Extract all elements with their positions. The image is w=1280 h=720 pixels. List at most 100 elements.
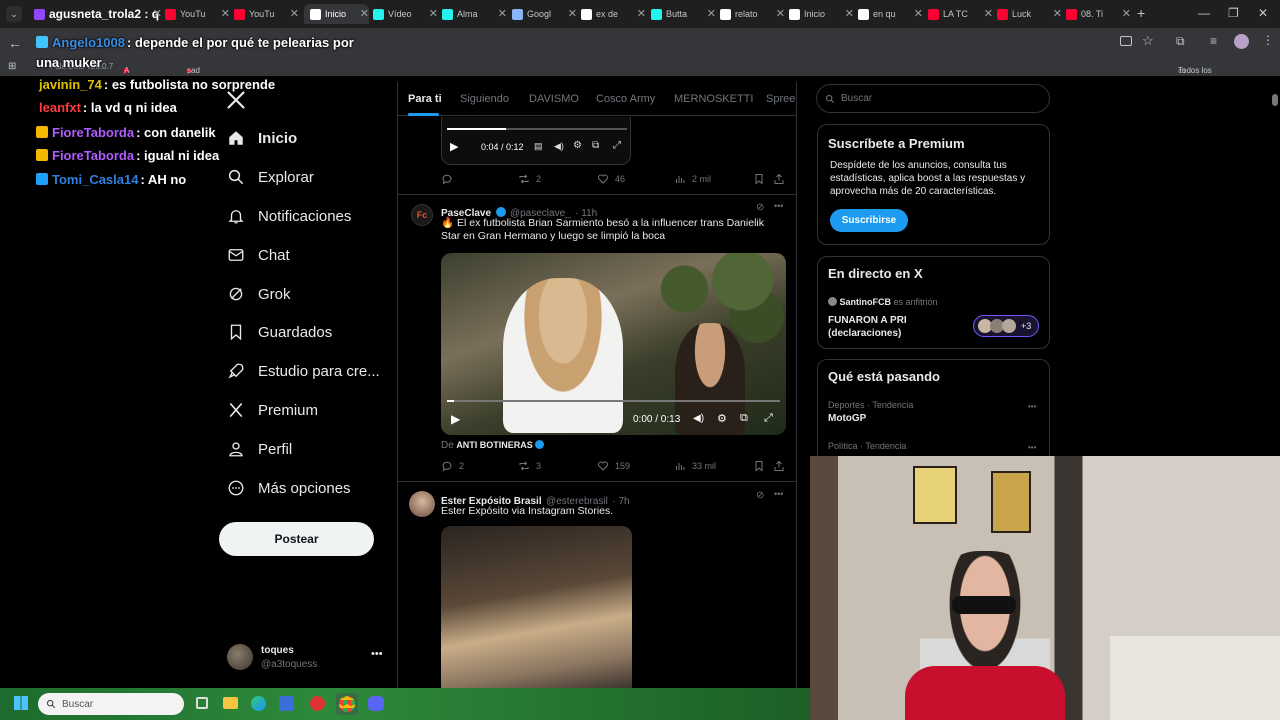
space-title[interactable]: FUNARON A PRI (declaraciones)	[828, 314, 938, 340]
x-logo-icon[interactable]	[226, 90, 246, 110]
sidebar-item-explorar[interactable]: Explorar	[227, 165, 314, 189]
close-tab-icon[interactable]: ✕	[776, 7, 785, 20]
file-explorer-icon[interactable]	[223, 697, 238, 709]
video-progress-track[interactable]	[447, 128, 627, 130]
task-view-icon[interactable]	[196, 697, 208, 709]
reply-button[interactable]: 2	[441, 460, 464, 472]
browser-tab[interactable]: Googl ✕	[512, 4, 577, 24]
apps-icon[interactable]: ⊞	[8, 61, 16, 72]
bookmark-button[interactable]	[753, 173, 765, 185]
close-tab-icon[interactable]: ✕	[1053, 7, 1062, 20]
discord-icon[interactable]	[368, 696, 384, 711]
tab-davismo[interactable]: DAVISMO	[529, 93, 579, 105]
edge-icon[interactable]	[251, 696, 266, 711]
close-tab-icon[interactable]: ✕	[221, 7, 230, 20]
close-tab-icon[interactable]: ✕	[153, 7, 162, 20]
more-dots-icon[interactable]: •••	[1028, 443, 1036, 452]
sidebar-item-grok[interactable]: Grok	[227, 282, 291, 306]
views-button[interactable]: 2 mil	[674, 173, 711, 185]
post-button[interactable]: Postear	[219, 522, 374, 556]
profile-avatar-icon[interactable]	[1234, 34, 1249, 49]
sidebar-item-inicio[interactable]: Inicio	[227, 126, 297, 150]
volume-icon[interactable]: ◀)	[693, 413, 704, 424]
browser-tab[interactable]: Vídeo ✕	[373, 4, 438, 24]
tweet-image[interactable]	[441, 526, 632, 688]
space-participants[interactable]: +3	[973, 315, 1039, 337]
browser-tab[interactable]: Alma ✕	[442, 4, 507, 24]
sidebar-item-premium[interactable]: Premium	[227, 398, 318, 422]
like-button[interactable]: 159	[597, 460, 630, 472]
close-tab-icon[interactable]: ✕	[637, 7, 646, 20]
browser-tab[interactable]: agusneta_trola2 : q ✕	[34, 4, 162, 24]
browser-tab[interactable]: relato ✕	[720, 4, 785, 24]
maximize-button[interactable]: ❐	[1228, 6, 1239, 20]
close-tab-icon[interactable]: ✕	[1122, 7, 1131, 20]
close-tab-icon[interactable]: ✕	[845, 7, 854, 20]
close-tab-icon[interactable]: ✕	[568, 7, 577, 20]
share-button[interactable]	[773, 460, 785, 472]
reply-button[interactable]	[441, 173, 459, 185]
browser-tab[interactable]: Inicio ✕	[789, 4, 854, 24]
pip-icon[interactable]: ⧉	[740, 412, 748, 425]
media-icon[interactable]: ≡	[1210, 34, 1217, 48]
tab-search-button[interactable]: ⌄	[6, 6, 22, 22]
app-icon[interactable]	[310, 696, 325, 711]
fullscreen-icon[interactable]: ⤢	[764, 412, 773, 425]
minimize-button[interactable]: —	[1198, 6, 1210, 20]
back-button[interactable]: ←	[8, 35, 22, 51]
store-icon[interactable]	[279, 696, 294, 711]
fullscreen-icon[interactable]: ⤢	[613, 140, 621, 151]
account-switcher[interactable]: toques @a3toquess •••	[227, 642, 387, 676]
sidebar-item-guardados[interactable]: Guardados	[227, 320, 332, 344]
search-input[interactable]: Buscar	[816, 84, 1050, 113]
more-dots-icon[interactable]: •••	[1028, 402, 1036, 411]
sidebar-item-chat[interactable]: Chat	[227, 243, 290, 267]
tweet[interactable]: Ester Expósito Brasil @esterebrasil · 7h…	[398, 482, 796, 688]
close-tab-icon[interactable]: ✕	[914, 7, 923, 20]
subscribe-button[interactable]: Suscribirse	[830, 209, 908, 232]
top-video-player[interactable]: ▶ 0:04 / 0:12 ▤ ◀) ⚙ ⧉ ⤢	[441, 117, 631, 165]
browser-tab[interactable]: ex de ✕	[581, 4, 646, 24]
browser-tab[interactable]: LA TC ✕	[928, 4, 993, 24]
browser-tab[interactable]: YouTu ✕	[234, 4, 299, 24]
browser-tab[interactable]: 08. Ti ✕	[1066, 4, 1131, 24]
bookmark-button[interactable]	[753, 460, 765, 472]
bookmark-star-icon[interactable]: ☆	[1142, 33, 1154, 49]
sidebar-item-notificaciones[interactable]: Notificaciones	[227, 204, 351, 228]
browser-menu-icon[interactable]: ⋮	[1262, 33, 1274, 47]
tab-siguiendo[interactable]: Siguiendo	[460, 93, 509, 105]
chrome-icon[interactable]	[336, 693, 358, 715]
pip-icon[interactable]: ⧉	[592, 140, 599, 151]
more-dots-icon[interactable]: •••	[774, 489, 783, 499]
repost-button[interactable]: 3	[518, 460, 541, 472]
views-button[interactable]: 33 mil	[674, 460, 716, 472]
browser-tab[interactable]: en qu ✕	[858, 4, 923, 24]
captions-icon[interactable]: ▤	[534, 141, 543, 152]
share-button[interactable]	[773, 173, 785, 185]
page-scrollbar[interactable]	[1271, 82, 1280, 456]
volume-icon[interactable]: ◀)	[554, 141, 564, 152]
avatar[interactable]: Fc	[411, 204, 433, 226]
repost-button[interactable]: 2	[518, 173, 541, 185]
cast-icon[interactable]	[1120, 36, 1132, 46]
video-player[interactable]: ▶ 0:00 / 0:13 ◀) ⚙ ⧉ ⤢	[441, 253, 786, 435]
sidebar-item-perfil[interactable]: Perfil	[227, 437, 292, 461]
close-tab-icon[interactable]: ✕	[429, 7, 438, 20]
play-icon[interactable]: ▶	[450, 140, 458, 153]
grok-icon[interactable]: ⊘	[756, 202, 764, 213]
video-progress-track[interactable]	[447, 400, 780, 402]
play-icon[interactable]: ▶	[451, 412, 460, 426]
source-attribution[interactable]: De ANTI BOTINERAS	[441, 440, 545, 451]
close-tab-icon[interactable]: ✕	[707, 7, 716, 20]
windows-start-icon[interactable]	[14, 696, 28, 710]
like-button[interactable]: 46	[597, 173, 625, 185]
avatar[interactable]	[409, 491, 435, 517]
settings-icon[interactable]: ⚙	[717, 412, 727, 425]
grok-icon[interactable]: ⊘	[756, 490, 764, 501]
tab-cosco-army[interactable]: Cosco Army	[596, 93, 655, 105]
browser-tab[interactable]: YouTu ✕	[165, 4, 230, 24]
sidebar-item-estudio[interactable]: Estudio para cre...	[227, 359, 380, 383]
more-dots-icon[interactable]: •••	[774, 201, 783, 211]
tab-spree[interactable]: Spree	[766, 93, 795, 105]
close-tab-icon[interactable]: ✕	[498, 7, 507, 20]
